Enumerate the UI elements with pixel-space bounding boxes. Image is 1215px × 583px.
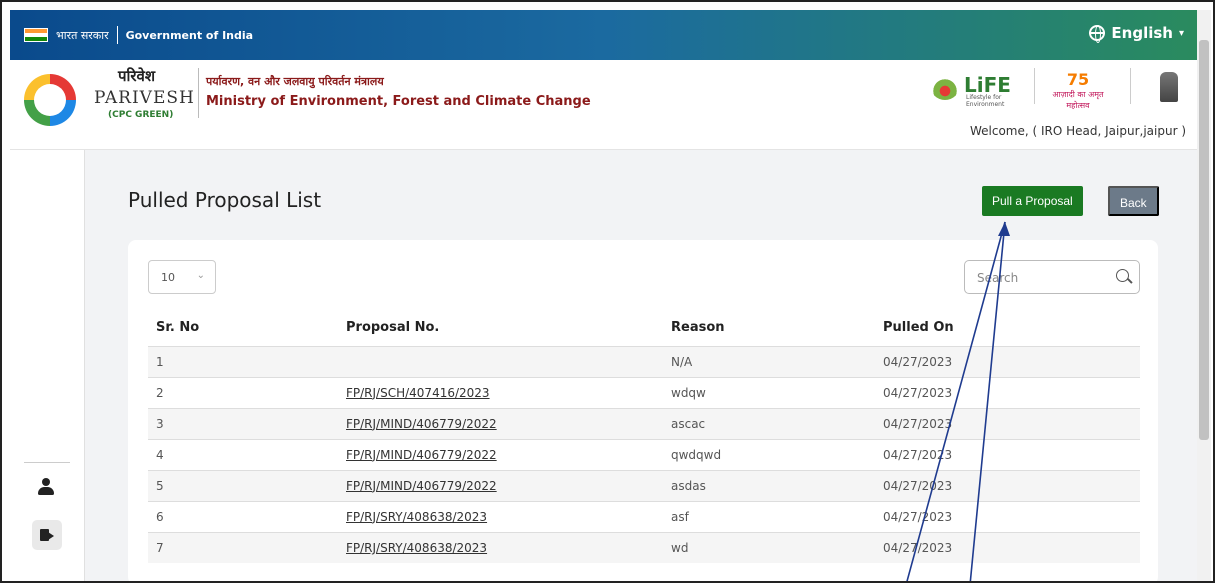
cpc-green-label: (CPC GREEN): [108, 110, 174, 120]
india-flag-icon: [24, 28, 48, 42]
table-row: 5 FP/RJ/MIND/406779/2022 asdas 04/27/202…: [148, 469, 1140, 501]
reason-cell: N/A: [663, 345, 875, 377]
sr-no-cell: 5: [148, 469, 338, 501]
pulled-on-cell: 04/27/2023: [875, 345, 1140, 377]
proposal-no-cell: FP/RJ/SRY/408638/2023: [338, 500, 663, 532]
proposal-link[interactable]: FP/RJ/SCH/407416/2023: [346, 386, 490, 400]
reason-cell: wd: [663, 531, 875, 563]
scrollbar-thumb[interactable]: [1199, 40, 1209, 440]
back-button[interactable]: Back: [1108, 186, 1159, 216]
column-header-pulled-on[interactable]: Pulled On: [875, 310, 1140, 346]
reason-cell: ascac: [663, 407, 875, 439]
divider: [1034, 68, 1035, 104]
logout-button[interactable]: [32, 520, 62, 550]
column-header-proposal-no[interactable]: Proposal No.: [338, 310, 663, 346]
page-scrollbar[interactable]: [1197, 10, 1211, 581]
table-row: 2 FP/RJ/SCH/407416/2023 wdqw 04/27/2023: [148, 376, 1140, 408]
table-row: 6 FP/RJ/SRY/408638/2023 asf 04/27/2023: [148, 500, 1140, 532]
proposal-no-cell: FP/RJ/MIND/406779/2022: [338, 469, 663, 501]
life-icon: [930, 70, 960, 100]
main-content: Pulled Proposal List Pull a Proposal Bac…: [10, 150, 1200, 581]
reason-cell: qwdqwd: [663, 438, 875, 470]
sr-no-cell: 3: [148, 407, 338, 439]
search-placeholder: Search: [977, 271, 1019, 285]
table-header-row: Sr. No Proposal No. Reason Pulled On: [148, 310, 1140, 346]
life-subtext: Lifestyle for Environment: [966, 94, 1005, 108]
user-profile-icon[interactable]: [38, 478, 54, 496]
azadi-number: 75: [1066, 70, 1090, 89]
globe-icon: [1089, 25, 1106, 43]
column-header-reason[interactable]: Reason: [663, 310, 875, 346]
search-input[interactable]: Search: [964, 260, 1140, 294]
column-header-sr-no[interactable]: Sr. No: [148, 310, 338, 346]
divider: [116, 26, 118, 44]
sr-no-cell: 1: [148, 345, 338, 377]
page-size-select[interactable]: 10 ⌄: [148, 260, 216, 294]
proposal-no-cell: FP/RJ/SCH/407416/2023: [338, 376, 663, 408]
language-label: English: [1111, 24, 1173, 42]
divider: [198, 68, 199, 118]
sr-no-cell: 4: [148, 438, 338, 470]
pulled-on-cell: 04/27/2023: [875, 438, 1140, 470]
pull-a-proposal-button[interactable]: Pull a Proposal: [982, 186, 1083, 216]
government-of-india-label: Government of India: [125, 28, 254, 42]
proposal-link[interactable]: FP/RJ/MIND/406779/2022: [346, 479, 497, 493]
reason-cell: asf: [663, 500, 875, 532]
table-row: 7 FP/RJ/SRY/408638/2023 wd 04/27/2023: [148, 531, 1140, 563]
sr-no-cell: 2: [148, 376, 338, 408]
table-row: 4 FP/RJ/MIND/406779/2022 qwdqwd 04/27/20…: [148, 438, 1140, 470]
language-selector[interactable]: English ▾: [1089, 24, 1184, 43]
pulled-on-cell: 04/27/2023: [875, 376, 1140, 408]
national-emblem-icon: [1160, 72, 1178, 102]
divider: [24, 462, 70, 463]
government-top-bar: भारत सरकार Government of India English ▾: [10, 10, 1200, 60]
table-row: 3 FP/RJ/MIND/406779/2022 ascac 04/27/202…: [148, 407, 1140, 439]
pulled-on-cell: 04/27/2023: [875, 531, 1140, 563]
pulled-on-cell: 04/27/2023: [875, 500, 1140, 532]
parivesh-logo-icon[interactable]: [24, 74, 76, 126]
proposal-link[interactable]: FP/RJ/SRY/408638/2023: [346, 510, 487, 524]
proposal-no-cell: [338, 345, 663, 377]
life-logo: LiFE Lifestyle for Environment: [930, 70, 1011, 108]
pulled-proposals-table: Sr. No Proposal No. Reason Pulled On 1 N…: [148, 310, 1140, 563]
bharat-sarkar-label: भारत सरकार: [56, 28, 109, 42]
pulled-on-cell: 04/27/2023: [875, 469, 1140, 501]
reason-cell: asdas: [663, 469, 875, 501]
sr-no-cell: 6: [148, 500, 338, 532]
proposal-link[interactable]: FP/RJ/SRY/408638/2023: [346, 541, 487, 555]
chevron-down-icon: ⌄: [196, 270, 205, 281]
proposal-list-card: 10 ⌄ Search Sr. No Proposal No. Reason P…: [128, 240, 1158, 581]
azadi-ka-amrit-mahotsav-logo: 75 आज़ादी का अमृत महोत्सव: [1050, 70, 1106, 110]
reason-cell: wdqw: [663, 376, 875, 408]
proposal-no-cell: FP/RJ/MIND/406779/2022: [338, 407, 663, 439]
proposal-no-cell: FP/RJ/MIND/406779/2022: [338, 438, 663, 470]
proposal-link[interactable]: FP/RJ/MIND/406779/2022: [346, 417, 497, 431]
site-header: परिवेश PARIVESH (CPC GREEN) पर्यावरण, वन…: [10, 60, 1200, 150]
chevron-down-icon: ▾: [1178, 27, 1184, 39]
parivesh-hindi-title: परिवेश: [118, 67, 156, 85]
table-row: 1 N/A 04/27/2023: [148, 345, 1140, 377]
sidebar: [10, 150, 85, 581]
proposal-no-cell: FP/RJ/SRY/408638/2023: [338, 531, 663, 563]
sr-no-cell: 7: [148, 531, 338, 563]
pulled-on-cell: 04/27/2023: [875, 407, 1140, 439]
parivesh-title: PARIVESH: [94, 88, 195, 108]
ministry-name: Ministry of Environment, Forest and Clim…: [206, 94, 591, 109]
welcome-user-text: Welcome, ( IRO Head, Jaipur,jaipur ): [969, 124, 1186, 138]
azadi-text: आज़ादी का अमृत महोत्सव: [1052, 90, 1104, 110]
search-icon[interactable]: [1116, 269, 1129, 282]
ministry-hindi-name: पर्यावरण, वन और जलवायु परिवर्तन मंत्रालय: [206, 75, 384, 88]
page-size-value: 10: [161, 271, 175, 284]
browser-frame: भारत सरकार Government of India English ▾…: [0, 0, 1215, 583]
proposal-link[interactable]: FP/RJ/MIND/406779/2022: [346, 448, 497, 462]
page-title: Pulled Proposal List: [128, 188, 322, 212]
divider: [1130, 68, 1131, 104]
